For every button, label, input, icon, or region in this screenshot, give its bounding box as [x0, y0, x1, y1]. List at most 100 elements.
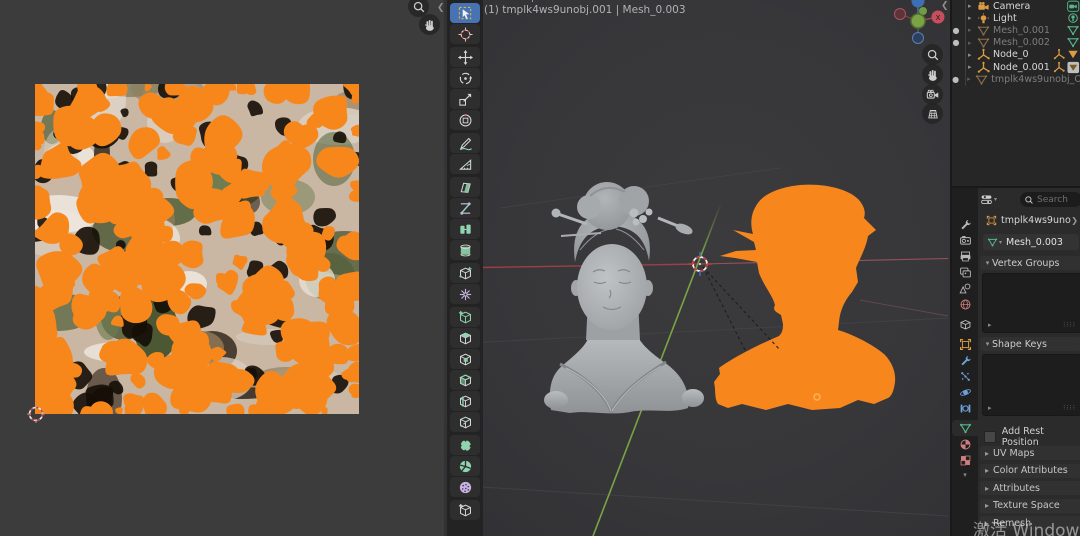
randomize-tool-button[interactable] — [450, 477, 480, 497]
vertex-groups-list[interactable]: ▸ ⁝⁝⁝⁝ — [982, 273, 1080, 333]
tab-output[interactable] — [952, 248, 978, 264]
smooth-tool-button[interactable] — [450, 435, 480, 455]
activate-windows-watermark: 激活 Windows — [973, 521, 1080, 536]
pan-icon[interactable] — [419, 14, 440, 35]
tab-object-data[interactable] — [952, 420, 978, 436]
tab-collection[interactable] — [952, 316, 978, 332]
mesh-data-field[interactable]: ▾ Mesh_0.003 — [983, 234, 1079, 250]
tab-tool[interactable] — [952, 216, 978, 232]
edge-slide-tool-button[interactable] — [450, 198, 480, 218]
uv-image[interactable] — [35, 84, 359, 414]
search-input[interactable]: Search — [1020, 192, 1080, 207]
camera-data-icon[interactable] — [1067, 0, 1080, 13]
select-box-tool-button[interactable] — [450, 3, 480, 23]
disclosure-icon[interactable]: ▸ — [967, 75, 975, 83]
knife-tool-button[interactable] — [450, 412, 480, 432]
shrink-fatten-tool-button[interactable] — [450, 219, 480, 239]
mesh-icon — [975, 73, 988, 86]
editor-type-button[interactable]: ▾ — [980, 191, 1004, 207]
tab-constraints[interactable] — [952, 400, 978, 416]
bevel-tool-button[interactable] — [450, 370, 480, 390]
pan-icon[interactable] — [922, 64, 943, 85]
selected-mesh-silhouette[interactable] — [714, 184, 896, 410]
rotate-tool-button[interactable] — [450, 68, 480, 88]
outliner-row-mesh_0.002[interactable]: ● ▸ Mesh_0.002 — [952, 37, 1080, 49]
panel-texture-space[interactable]: ▸ Texture Space — [980, 498, 1080, 513]
outliner-row-node_0[interactable]: ▸ Node_0 — [952, 49, 1080, 61]
viewport-3d[interactable]: User Perspective (1) tmplk4ws9unobj.001 … — [444, 0, 950, 536]
tabs-overflow-icon[interactable]: ▾ — [952, 471, 978, 479]
disclosure-icon[interactable]: ▸ — [968, 51, 977, 59]
light-data-icon[interactable] — [1067, 12, 1080, 25]
outliner-row-light[interactable]: ▸ Light — [952, 12, 1080, 24]
scale-tool-button[interactable] — [450, 89, 480, 109]
extrude-region-tool-button[interactable] — [450, 328, 480, 348]
tab-modifiers[interactable] — [952, 352, 978, 368]
shear-tool-button[interactable] — [450, 177, 480, 197]
panel-attributes[interactable]: ▸ Attributes — [980, 481, 1080, 495]
resize-grip-icon[interactable]: ⁝⁝⁝⁝ — [1063, 404, 1076, 412]
expander-icon[interactable]: ▸ — [988, 404, 992, 412]
empty-orange-icon[interactable] — [1053, 48, 1066, 61]
poly-build-tool-button[interactable] — [450, 263, 480, 283]
tab-object[interactable] — [952, 336, 978, 352]
empty-orange-icon[interactable] — [1053, 61, 1066, 74]
orthographic-icon[interactable] — [922, 103, 943, 124]
tab-material[interactable] — [952, 436, 978, 452]
camera-view-icon[interactable] — [922, 84, 943, 105]
breadcrumb[interactable]: tmplk4ws9unobj.001 ❯ — [986, 215, 1078, 226]
disclosure-icon[interactable]: ▸ — [968, 39, 977, 47]
tab-texture[interactable] — [952, 452, 978, 468]
add-rest-position-checkbox[interactable] — [984, 431, 996, 443]
panel-vertex-groups[interactable]: ▾ Vertex Groups — [980, 256, 1080, 270]
resize-grip-icon[interactable]: ⁝⁝⁝⁝ — [1063, 321, 1076, 329]
loop-cut-tool-button[interactable] — [450, 391, 480, 411]
panel-shape-keys[interactable]: ▾ Shape Keys — [980, 337, 1080, 351]
outliner-row-tmplk4ws9unobj_okt[interactable]: ● ▸ tmplk4ws9unobj_OkT — [952, 73, 1080, 85]
mesh-boxed-icon[interactable] — [1067, 61, 1080, 74]
tab-scene[interactable] — [952, 280, 978, 296]
spin-duplicates-tool-button[interactable] — [450, 456, 480, 476]
panel-uv-maps[interactable]: ▸ UV Maps — [980, 446, 1080, 460]
add-cube-tool-button[interactable] — [450, 307, 480, 327]
panel-label: UV Maps — [993, 447, 1035, 459]
outliner[interactable]: ▸ Camera ▸ Light ● ▸ Mesh_0.001 ● ▸ Mesh_0.002 ▸ No… — [952, 0, 1080, 184]
sculpt-bust-mesh[interactable] — [544, 182, 704, 414]
measure-tool-button[interactable] — [450, 154, 480, 174]
outliner-row-mesh_0.001[interactable]: ● ▸ Mesh_0.001 — [952, 24, 1080, 36]
tab-render[interactable] — [952, 232, 978, 248]
rip-region-tool-button[interactable] — [450, 500, 480, 520]
expander-icon[interactable]: ▸ — [988, 321, 992, 329]
inset-faces-tool-button[interactable] — [450, 349, 480, 369]
tab-particles[interactable] — [952, 368, 978, 384]
zoom-icon[interactable] — [922, 44, 943, 65]
tab-view-layer[interactable] — [952, 264, 978, 280]
cursor-tool-button[interactable] — [450, 24, 480, 44]
outliner-row-camera[interactable]: ▸ Camera — [952, 0, 1080, 12]
disclosure-icon[interactable]: ▸ — [968, 26, 977, 34]
push-pull-tool-button[interactable] — [450, 240, 480, 260]
annotate-tool-button[interactable] — [450, 133, 480, 153]
panel-label: Texture Space — [993, 500, 1060, 511]
transform-tool-button[interactable] — [450, 110, 480, 130]
uv-editor[interactable]: ❮ — [0, 0, 445, 536]
view-name: User Perspective — [484, 0, 686, 3]
outliner-row-node_0.001[interactable]: ▸ Node_0.001 — [952, 61, 1080, 73]
disclosure-icon: ▸ — [985, 448, 990, 458]
disclosure-icon[interactable]: ▸ — [968, 63, 977, 71]
move-tool-button[interactable] — [450, 47, 480, 67]
object-name: Node_0.001 — [993, 61, 1050, 73]
mesh-orange-icon[interactable] — [1067, 48, 1080, 61]
mesh-data-icon[interactable] — [1067, 36, 1080, 49]
tab-physics[interactable] — [952, 384, 978, 400]
collapse-sidebar-icon[interactable]: ❮ — [941, 2, 949, 11]
search-placeholder: Search — [1037, 194, 1068, 205]
mesh-data-icon[interactable] — [1067, 24, 1080, 37]
panel-color-attributes[interactable]: ▸ Color Attributes — [980, 463, 1080, 478]
spin-tool-button[interactable] — [450, 284, 480, 304]
disclosure-icon[interactable]: ▸ — [968, 2, 977, 10]
disclosure-icon[interactable]: ▸ — [968, 14, 977, 22]
tab-world[interactable] — [952, 296, 978, 312]
shape-keys-list[interactable]: ▸ ⁝⁝⁝⁝ — [982, 354, 1080, 416]
object-name: Node_0 — [993, 49, 1029, 61]
